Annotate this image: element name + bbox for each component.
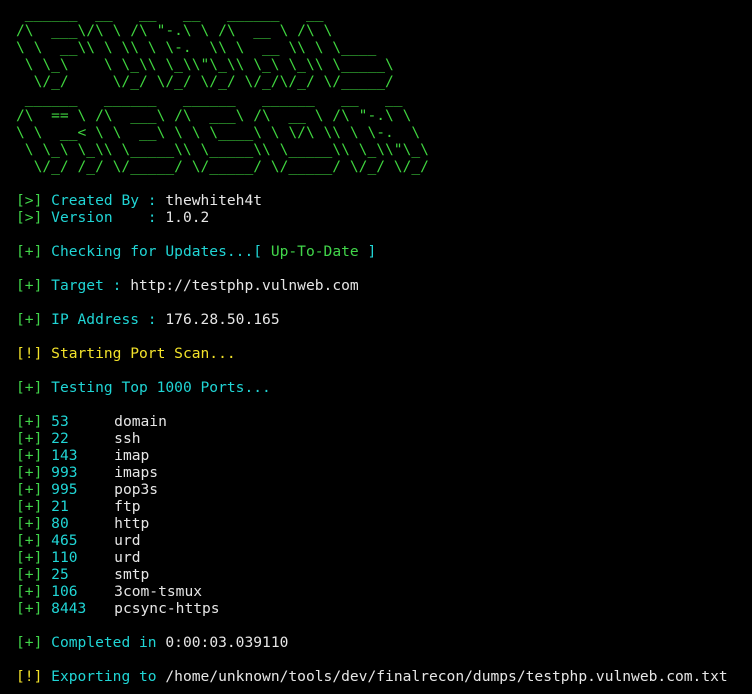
warning-marker: [!] xyxy=(16,345,43,362)
version-value: 1.0.2 xyxy=(165,209,210,226)
scan-start-line: [!] Starting Port Scan... xyxy=(16,345,236,362)
target-label: Target : xyxy=(51,277,122,294)
port-number: 21 xyxy=(51,498,69,515)
ip-address-label: IP Address : xyxy=(51,311,157,328)
prefix-marker: [+] xyxy=(16,600,43,617)
port-service: pop3s xyxy=(114,481,159,498)
port-service: domain xyxy=(114,413,167,430)
prefix-marker: [+] xyxy=(16,379,43,396)
banner-line-3: \ \ __\\ \ \\ \ \-. \\ \ __ \\ \ \____ xyxy=(16,39,377,56)
created-by-label: Created By : xyxy=(51,192,157,209)
banner-line-1: ______ __ __ __ ______ __ xyxy=(16,5,324,22)
banner-line-8: \ \ __< \ \ __\ \ \ \____\ \ \/\ \\ \ \-… xyxy=(16,124,421,141)
prefix-marker: [+] xyxy=(16,498,43,515)
port-row: [+] 995 pop3s xyxy=(16,481,158,498)
created-by-line: [>] Created By : thewhiteh4t xyxy=(16,192,262,209)
port-row: [+] 8443 pcsync-https xyxy=(16,600,220,617)
export-path: /home/unknown/tools/dev/finalrecon/dumps… xyxy=(165,668,728,685)
port-service: ssh xyxy=(114,430,141,447)
terminal-window[interactable]: ______ __ __ __ ______ __ /\ ___\/\ \ /\… xyxy=(0,0,752,694)
testing-ports-line: [+] Testing Top 1000 Ports... xyxy=(16,379,271,396)
ip-address-line: [+] IP Address : 176.28.50.165 xyxy=(16,311,280,328)
port-number: 106 xyxy=(51,583,78,600)
prefix-marker: [+] xyxy=(16,311,43,328)
update-bracket: ] xyxy=(367,243,377,260)
port-service: imap xyxy=(114,447,150,464)
port-row: [+] 53 domain xyxy=(16,413,167,430)
prefix-marker: [+] xyxy=(16,515,43,532)
completed-duration: 0:00:03.039110 xyxy=(165,634,289,651)
prefix-marker: [>] xyxy=(16,209,43,226)
warning-marker: [!] xyxy=(16,668,43,685)
port-number: 465 xyxy=(51,532,78,549)
port-number: 993 xyxy=(51,464,78,481)
port-service: urd xyxy=(114,549,141,566)
banner-line-4: \ \_\ \ \_\\ \_\\"\_\\ \_\ \_\\ \_____\ xyxy=(16,56,394,73)
target-url: http://testphp.vulnweb.com xyxy=(130,277,359,294)
port-number: 25 xyxy=(51,566,69,583)
prefix-marker: [+] xyxy=(16,243,43,260)
version-line: [>] Version : 1.0.2 xyxy=(16,209,209,226)
port-number: 22 xyxy=(51,430,69,447)
banner-line-9: \ \_\ \_\\ \_____\\ \_____\\ \_____\\ \_… xyxy=(16,141,429,158)
prefix-marker: [+] xyxy=(16,481,43,498)
created-by-value: thewhiteh4t xyxy=(165,192,263,209)
prefix-marker: [+] xyxy=(16,464,43,481)
prefix-marker: [+] xyxy=(16,583,43,600)
port-row: [+] 106 3com-tsmux xyxy=(16,583,202,600)
banner-line-2: /\ ___\/\ \ /\ "-.\ \ /\ __ \ /\ \ xyxy=(16,22,333,39)
completed-line: [+] Completed in 0:00:03.039110 xyxy=(16,634,288,651)
export-label: Exporting to xyxy=(51,668,157,685)
prefix-marker: [>] xyxy=(16,192,43,209)
banner-line-10: \/_/ /_/ \/_____/ \/_____/ \/_____/ \/_/… xyxy=(16,158,429,175)
port-row: [+] 21 ftp xyxy=(16,498,141,515)
update-check-line: [+] Checking for Updates...[ Up-To-Date … xyxy=(16,243,376,260)
completed-label: Completed in xyxy=(51,634,157,651)
port-service: smtp xyxy=(114,566,150,583)
port-row: [+] 993 imaps xyxy=(16,464,158,481)
port-number: 143 xyxy=(51,447,78,464)
prefix-marker: [+] xyxy=(16,566,43,583)
banner-line-6: ______ ______ ______ ______ __ __ xyxy=(16,90,403,107)
version-label: Version : xyxy=(51,209,157,226)
port-number: 8443 xyxy=(51,600,87,617)
port-number: 53 xyxy=(51,413,69,430)
port-service: urd xyxy=(114,532,141,549)
port-service: imaps xyxy=(114,464,159,481)
scan-start-label: Starting Port Scan... xyxy=(51,345,236,362)
port-service: http xyxy=(114,515,150,532)
port-row: [+] 143 imap xyxy=(16,447,149,464)
testing-ports-label: Testing Top 1000 Ports... xyxy=(51,379,271,396)
prefix-marker: [+] xyxy=(16,532,43,549)
port-row: [+] 110 urd xyxy=(16,549,141,566)
prefix-marker: [+] xyxy=(16,549,43,566)
port-row: [+] 25 smtp xyxy=(16,566,149,583)
prefix-marker: [+] xyxy=(16,430,43,447)
update-check-label: Checking for Updates...[ xyxy=(51,243,263,260)
port-number: 80 xyxy=(51,515,69,532)
port-row: [+] 80 http xyxy=(16,515,149,532)
port-service: 3com-tsmux xyxy=(114,583,203,600)
prefix-marker: [+] xyxy=(16,634,43,651)
prefix-marker: [+] xyxy=(16,413,43,430)
prefix-marker: [+] xyxy=(16,277,43,294)
port-service: pcsync-https xyxy=(114,600,220,617)
port-row: [+] 465 urd xyxy=(16,532,141,549)
port-number: 995 xyxy=(51,481,78,498)
port-row: [+] 22 ssh xyxy=(16,430,141,447)
banner-line-7: /\ == \ /\ ___\ /\ ___\ /\ __ \ /\ "-.\ … xyxy=(16,107,412,124)
ip-address-value: 176.28.50.165 xyxy=(165,311,280,328)
update-status: Up-To-Date xyxy=(270,243,359,260)
port-service: ftp xyxy=(114,498,141,515)
target-line: [+] Target : http://testphp.vulnweb.com xyxy=(16,277,359,294)
port-number: 110 xyxy=(51,549,78,566)
export-line: [!] Exporting to /home/unknown/tools/dev… xyxy=(16,668,728,685)
banner-line-5: \/_/ \/_/ \/_/ \/_/ \/_/\/_/ \/_____/ xyxy=(16,73,394,90)
prefix-marker: [+] xyxy=(16,447,43,464)
